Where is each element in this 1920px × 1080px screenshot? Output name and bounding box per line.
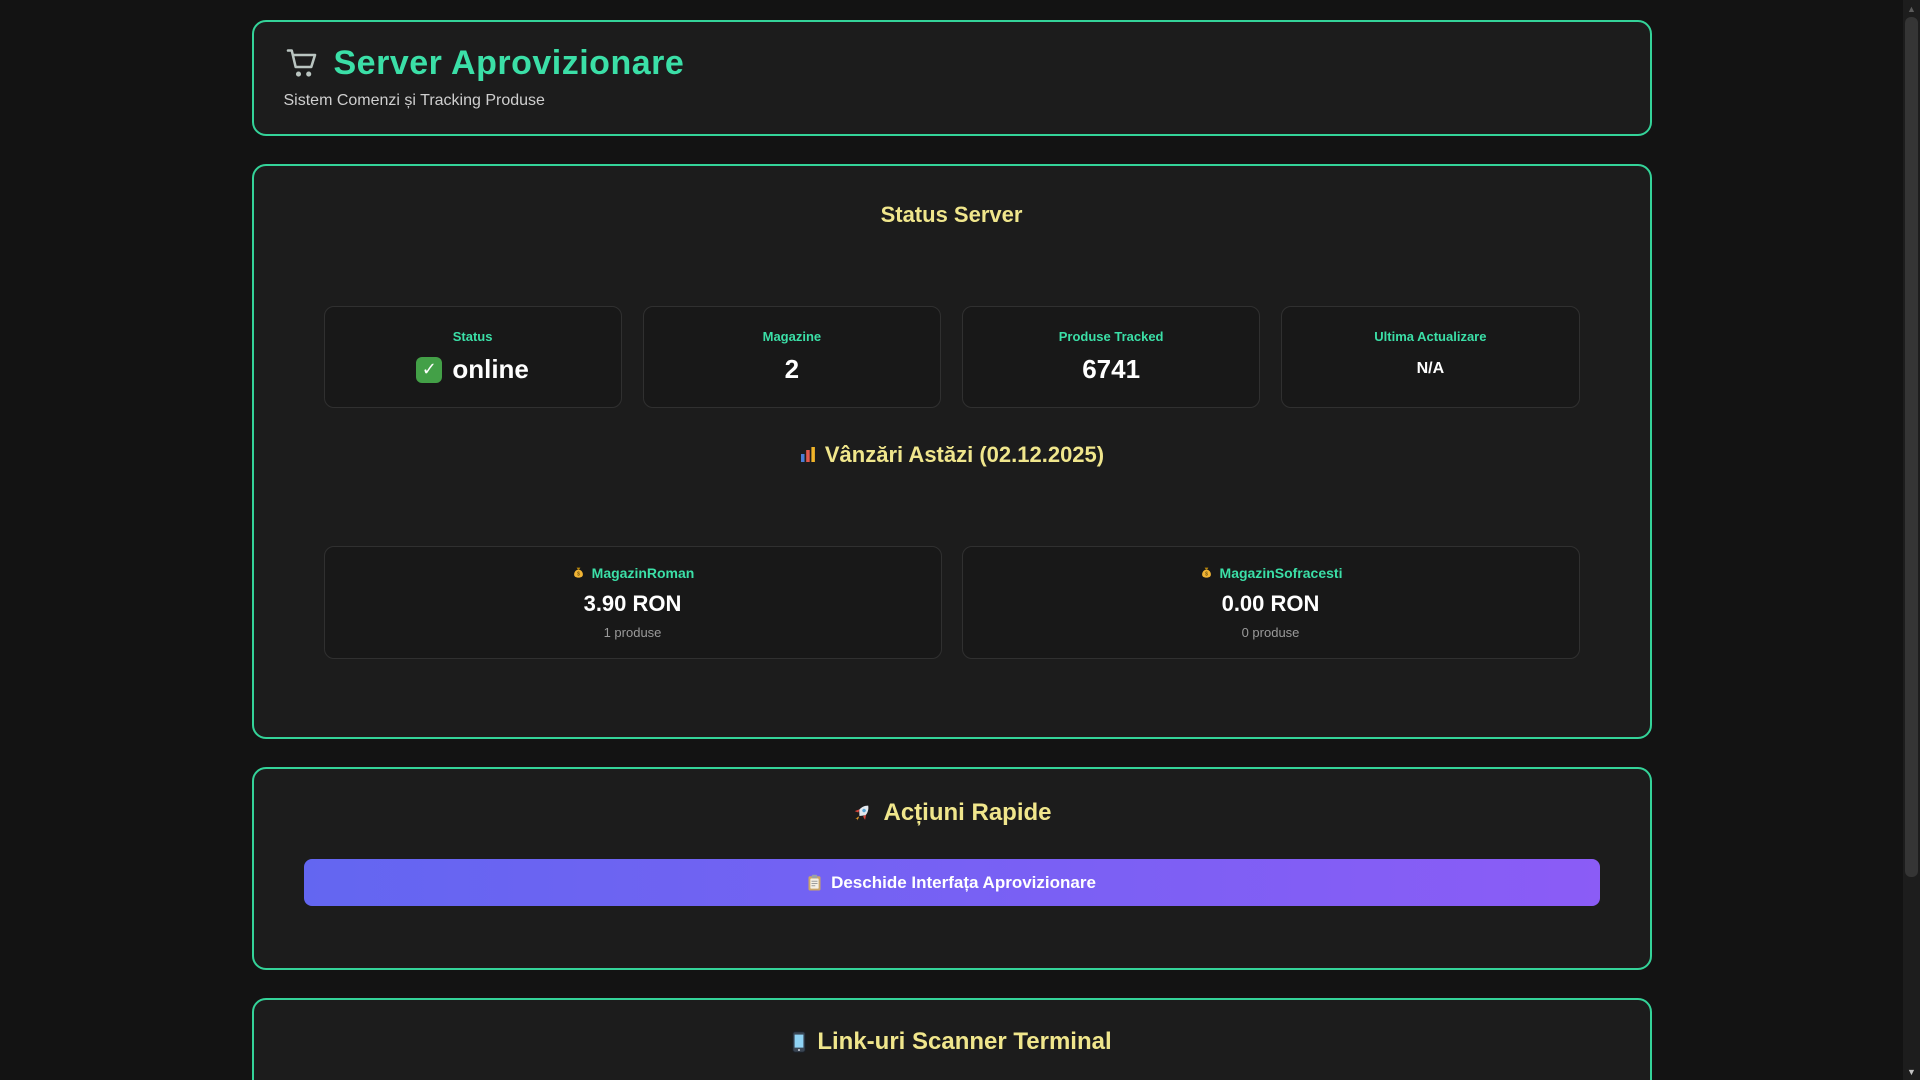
status-server-title: Status Server bbox=[880, 202, 1023, 227]
sale-amount: 3.90 RON bbox=[583, 591, 682, 616]
open-aprovizionare-button[interactable]: Deschide Interfața Aprovizionare bbox=[303, 859, 1600, 906]
stats-grid: Status ✓ online Magazine 2 Produse Track… bbox=[323, 306, 1580, 408]
stat-box-magazine: Magazine 2 bbox=[642, 306, 941, 408]
money-bag-icon: $ bbox=[1199, 566, 1214, 581]
scanner-links-card: Link-uri Scanner Terminal bbox=[251, 998, 1652, 1080]
stat-value: ✓ online bbox=[335, 354, 611, 385]
bar-chart-icon bbox=[799, 446, 817, 464]
header-card: Server Aprovizionare Sistem Comenzi și T… bbox=[251, 20, 1652, 136]
page-title: Server Aprovizionare bbox=[333, 44, 685, 82]
page-subtitle: Sistem Comenzi și Tracking Produse bbox=[283, 92, 545, 109]
clipboard-icon bbox=[807, 874, 822, 892]
stat-value: 6741 bbox=[1082, 354, 1141, 384]
svg-text:$: $ bbox=[577, 571, 580, 577]
sales-today-title-text: Vânzări Astăzi (02.12.2025) bbox=[824, 442, 1105, 467]
rocket-icon bbox=[851, 802, 873, 824]
scrollbar-thumb[interactable] bbox=[1905, 17, 1918, 877]
header-title-row: Server Aprovizionare bbox=[284, 44, 1620, 83]
sale-products-count: 0 produse bbox=[1241, 625, 1300, 640]
shopping-cart-icon bbox=[284, 46, 322, 82]
sale-store-name: MagazinRoman bbox=[591, 565, 695, 581]
sale-store-label: $ MagazinSofracesti bbox=[981, 565, 1561, 581]
stat-box-ultima-actualizare: Ultima Actualizare N/A bbox=[1281, 306, 1580, 408]
stat-label: Produse Tracked bbox=[1058, 329, 1164, 344]
quick-actions-title-text: Acțiuni Rapide bbox=[883, 799, 1052, 826]
quick-actions-card: Acțiuni Rapide Deschide Interfața Aprovi… bbox=[251, 767, 1652, 970]
svg-text:$: $ bbox=[1205, 571, 1208, 577]
sales-today-title: Vânzări Astăzi (02.12.2025) bbox=[304, 442, 1600, 468]
money-bag-icon: $ bbox=[571, 566, 586, 581]
mobile-phone-icon bbox=[791, 1031, 807, 1053]
quick-actions-title: Acțiuni Rapide bbox=[304, 799, 1600, 827]
sale-store-name: MagazinSofracesti bbox=[1219, 565, 1343, 581]
status-value-text: online bbox=[452, 354, 529, 384]
content-container: Server Aprovizionare Sistem Comenzi și T… bbox=[251, 0, 1652, 1080]
open-aprovizionare-button-label: Deschide Interfața Aprovizionare bbox=[831, 872, 1096, 892]
scroll-down-button[interactable]: ▼ bbox=[1903, 1063, 1920, 1080]
stat-value: 2 bbox=[784, 354, 800, 384]
stat-label: Ultima Actualizare bbox=[1374, 329, 1487, 344]
page: { "colors": { "background": "#131313", "… bbox=[0, 0, 1920, 1080]
scanner-links-title: Link-uri Scanner Terminal bbox=[304, 1028, 1600, 1056]
stat-label: Status bbox=[452, 329, 493, 344]
sale-box-magazin-sofracesti: $ MagazinSofracesti 0.00 RON 0 produse bbox=[961, 546, 1580, 659]
stat-box-produse-tracked: Produse Tracked 6741 bbox=[962, 306, 1261, 408]
browser-viewport: Server Aprovizionare Sistem Comenzi și T… bbox=[0, 0, 1903, 1080]
sale-box-magazin-roman: $ MagazinRoman 3.90 RON 1 produse bbox=[323, 546, 942, 659]
stat-box-status: Status ✓ online bbox=[323, 306, 622, 408]
sale-store-label: $ MagazinRoman bbox=[343, 565, 923, 581]
scroll-up-button[interactable]: ▲ bbox=[1903, 0, 1920, 17]
scrollbar-track[interactable]: ▲ ▼ bbox=[1903, 0, 1920, 1080]
sale-products-count: 1 produse bbox=[603, 625, 662, 640]
check-mark-icon: ✓ bbox=[416, 356, 443, 383]
stat-label: Magazine bbox=[762, 329, 822, 344]
sale-amount: 0.00 RON bbox=[1221, 591, 1320, 616]
sales-grid: $ MagazinRoman 3.90 RON 1 produse $ Maga… bbox=[323, 546, 1580, 659]
scanner-links-title-text: Link-uri Scanner Terminal bbox=[817, 1028, 1112, 1055]
stat-value: N/A bbox=[1416, 360, 1445, 377]
status-server-card: Status Server Status ✓ online Magazine 2… bbox=[251, 164, 1652, 739]
